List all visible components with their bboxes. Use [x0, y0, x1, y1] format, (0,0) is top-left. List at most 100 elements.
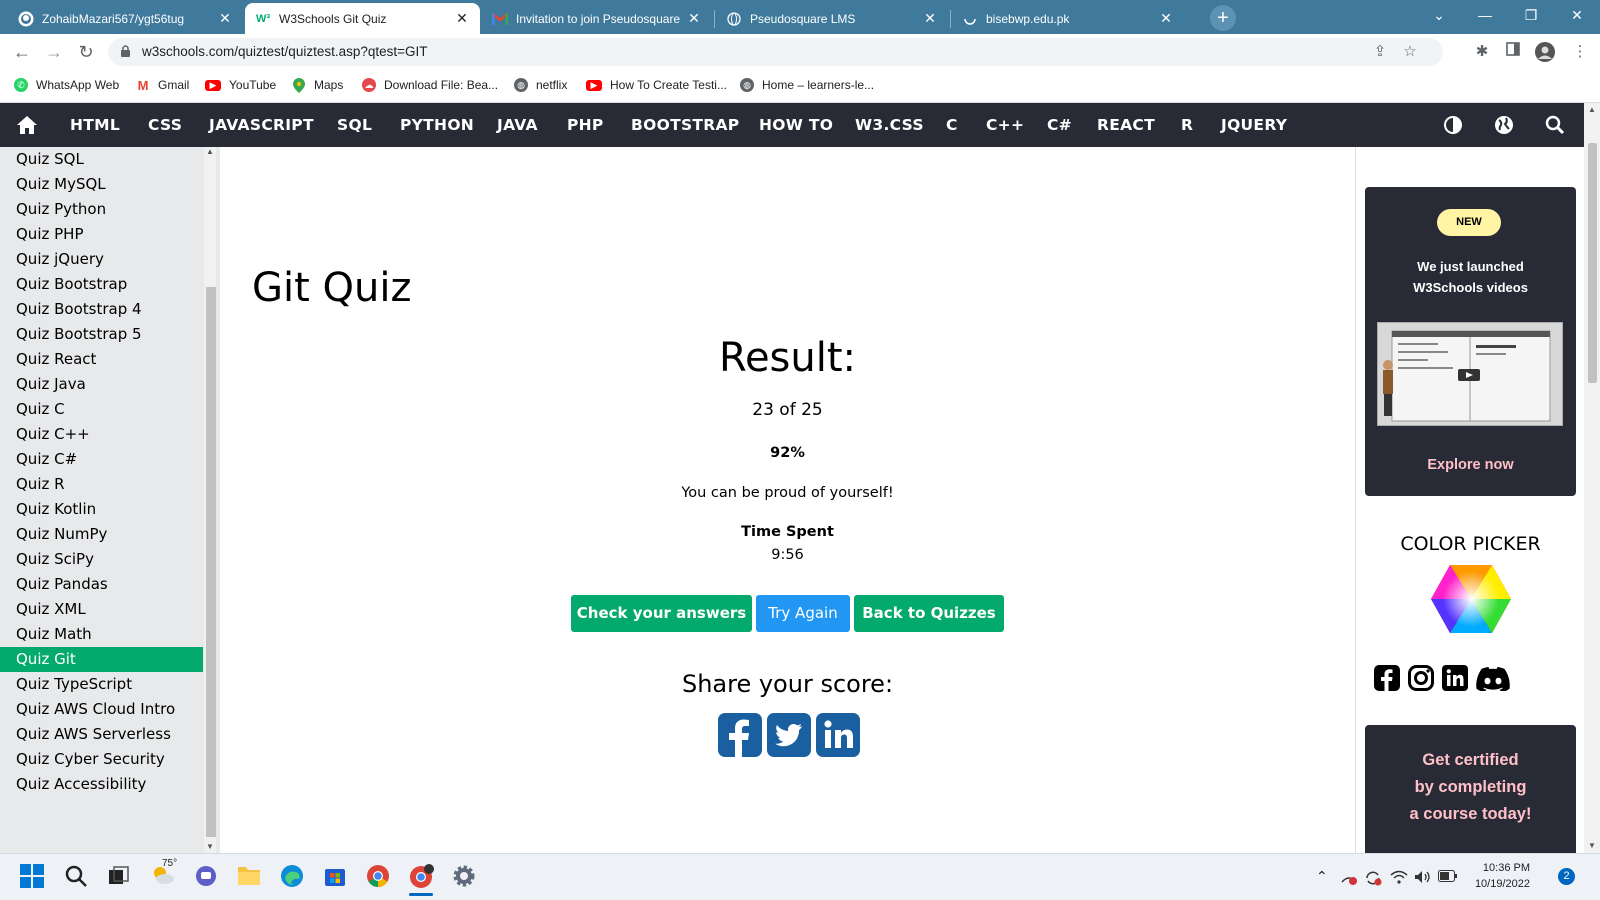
tab-w3schools[interactable]: W³ W3Schools Git Quiz ✕: [245, 3, 480, 34]
nav-java[interactable]: JAVA: [497, 103, 538, 147]
share-icon[interactable]: ⇪: [1370, 42, 1390, 62]
home-icon[interactable]: [16, 115, 37, 135]
nav-sql[interactable]: SQL: [337, 103, 372, 147]
sidebar-item-quiz-cyber-security[interactable]: Quiz Cyber Security: [0, 747, 203, 772]
facebook-icon[interactable]: [718, 713, 762, 757]
nav-jquery[interactable]: JQUERY: [1221, 103, 1287, 147]
side-panel-icon[interactable]: [1503, 42, 1523, 62]
sidebar-item-quiz-mysql[interactable]: Quiz MySQL: [0, 172, 203, 197]
close-icon[interactable]: ✕: [922, 10, 938, 27]
nav-html[interactable]: HTML: [70, 103, 120, 147]
close-icon[interactable]: ✕: [1158, 10, 1174, 27]
sidebar-item-quiz-math[interactable]: Quiz Math: [0, 622, 203, 647]
sidebar-item-quiz-aws-serverless[interactable]: Quiz AWS Serverless: [0, 722, 203, 747]
tab-github[interactable]: ZohaibMazari567/ygt56tug ✕: [8, 3, 243, 34]
sidebar-item-quiz-git[interactable]: Quiz Git: [0, 647, 203, 672]
battery-icon[interactable]: [1438, 870, 1458, 885]
edge-icon[interactable]: [280, 864, 306, 890]
sidebar-item-quiz-accessibility[interactable]: Quiz Accessibility: [0, 772, 203, 797]
sidebar-item-quiz-pandas[interactable]: Quiz Pandas: [0, 572, 203, 597]
forward-button[interactable]: →: [42, 40, 66, 64]
clock-date[interactable]: 10/19/2022: [1468, 878, 1530, 890]
reload-button[interactable]: ↻: [74, 40, 98, 64]
sidebar-item-quiz-numpy[interactable]: Quiz NumPy: [0, 522, 203, 547]
clock-time[interactable]: 10:36 PM: [1468, 862, 1530, 874]
back-button[interactable]: ←: [10, 40, 34, 64]
globe-icon[interactable]: [1494, 115, 1514, 135]
sidebar-item-quiz-php[interactable]: Quiz PHP: [0, 222, 203, 247]
address-bar[interactable]: w3schools.com/quiztest/quiztest.asp?qtes…: [108, 38, 1443, 66]
chrome-icon[interactable]: [366, 864, 392, 890]
bookmark-whatsapp[interactable]: ✆ WhatsApp Web: [14, 78, 119, 92]
bookmark-star-icon[interactable]: ☆: [1400, 42, 1420, 62]
close-icon[interactable]: ✕: [454, 10, 470, 27]
menu-icon[interactable]: ⋮: [1570, 42, 1590, 62]
bookmark-netflix[interactable]: ◍ netflix: [514, 78, 567, 92]
sidebar-item-quiz-jquery[interactable]: Quiz jQuery: [0, 247, 203, 272]
maximize-button[interactable]: ❐: [1508, 0, 1554, 30]
nav-php[interactable]: PHP: [567, 103, 604, 147]
sidebar-item-quiz-typescript[interactable]: Quiz TypeScript: [0, 672, 203, 697]
scroll-down-arrow-icon[interactable]: ▼: [1588, 841, 1596, 850]
settings-gear-icon[interactable]: [452, 864, 478, 890]
nav-cpp[interactable]: C++: [986, 103, 1024, 147]
sidebar-item-quiz-xml[interactable]: Quiz XML: [0, 597, 203, 622]
scroll-up-arrow-icon[interactable]: ▲: [206, 147, 214, 156]
facebook-icon[interactable]: [1374, 665, 1400, 691]
tab-gmail[interactable]: Invitation to join Pseudosquare ✕: [482, 3, 712, 34]
sidebar-item-quiz-kotlin[interactable]: Quiz Kotlin: [0, 497, 203, 522]
close-icon[interactable]: ✕: [217, 10, 233, 27]
scroll-up-arrow-icon[interactable]: ▲: [1588, 105, 1596, 114]
nav-react[interactable]: REACT: [1097, 103, 1155, 147]
notification-badge[interactable]: 2: [1558, 868, 1575, 885]
instagram-icon[interactable]: [1408, 665, 1434, 691]
scrollbar-thumb[interactable]: [206, 287, 216, 837]
sidebar-item-quiz-aws-cloud-intro[interactable]: Quiz AWS Cloud Intro: [0, 697, 203, 722]
sidebar-item-quiz-scipy[interactable]: Quiz SciPy: [0, 547, 203, 572]
sidebar-item-quiz-bootstrap[interactable]: Quiz Bootstrap: [0, 272, 203, 297]
sidebar-item-quiz-c-[interactable]: Quiz C++: [0, 422, 203, 447]
video-promo-card[interactable]: NEW We just launched W3Schools videos Ex…: [1365, 187, 1576, 496]
tab-search-button[interactable]: ⌄: [1416, 0, 1462, 30]
network-warning-icon[interactable]: [1340, 870, 1358, 889]
contrast-toggle-icon[interactable]: [1443, 115, 1463, 135]
back-to-quizzes-button[interactable]: Back to Quizzes: [854, 595, 1004, 632]
certification-card[interactable]: Get certified by completing a course tod…: [1365, 725, 1576, 853]
nav-csharp[interactable]: C#: [1047, 103, 1072, 147]
sidebar-item-quiz-r[interactable]: Quiz R: [0, 472, 203, 497]
sidebar-item-quiz-c-[interactable]: Quiz C#: [0, 447, 203, 472]
nav-javascript[interactable]: JAVASCRIPT: [209, 103, 314, 147]
volume-icon[interactable]: [1414, 870, 1432, 887]
sync-icon[interactable]: [1364, 870, 1382, 889]
linkedin-icon[interactable]: [816, 713, 860, 757]
search-icon[interactable]: [1545, 115, 1565, 135]
check-answers-button[interactable]: Check your answers: [571, 595, 752, 632]
color-picker-wheel[interactable]: [1430, 564, 1512, 634]
tab-pseudosquare-lms[interactable]: Pseudosquare LMS ✕: [716, 3, 948, 34]
sidebar-scrollbar[interactable]: ▲ ▼: [204, 147, 216, 853]
sidebar-item-quiz-react[interactable]: Quiz React: [0, 347, 203, 372]
sidebar-item-quiz-sql[interactable]: Quiz SQL: [0, 147, 203, 172]
tab-bisebwp[interactable]: bisebwp.edu.pk ✕: [952, 3, 1184, 34]
sidebar-item-quiz-bootstrap-5[interactable]: Quiz Bootstrap 5: [0, 322, 203, 347]
extensions-icon[interactable]: ✱: [1472, 42, 1492, 62]
discord-icon[interactable]: [1476, 667, 1510, 693]
start-menu-icon[interactable]: [20, 864, 46, 890]
nav-r[interactable]: R: [1181, 103, 1193, 147]
bookmark-home-learners[interactable]: ◍ Home – learners-le...: [740, 78, 874, 92]
search-icon[interactable]: [64, 864, 90, 890]
sidebar-item-quiz-c[interactable]: Quiz C: [0, 397, 203, 422]
close-window-button[interactable]: ✕: [1554, 0, 1600, 30]
chrome-profile-icon[interactable]: [409, 864, 435, 896]
wifi-icon[interactable]: [1390, 870, 1408, 887]
sidebar-item-quiz-bootstrap-4[interactable]: Quiz Bootstrap 4: [0, 297, 203, 322]
weather-widget[interactable]: 75°: [150, 858, 190, 890]
sidebar-item-quiz-python[interactable]: Quiz Python: [0, 197, 203, 222]
chevron-up-icon[interactable]: ⌃: [1316, 868, 1328, 885]
new-tab-button[interactable]: +: [1210, 5, 1236, 31]
task-view-icon[interactable]: [107, 864, 133, 890]
nav-c[interactable]: C: [946, 103, 958, 147]
bookmark-youtube[interactable]: ▶ YouTube: [205, 78, 276, 92]
close-icon[interactable]: ✕: [686, 10, 702, 27]
linkedin-icon[interactable]: [1442, 665, 1468, 691]
